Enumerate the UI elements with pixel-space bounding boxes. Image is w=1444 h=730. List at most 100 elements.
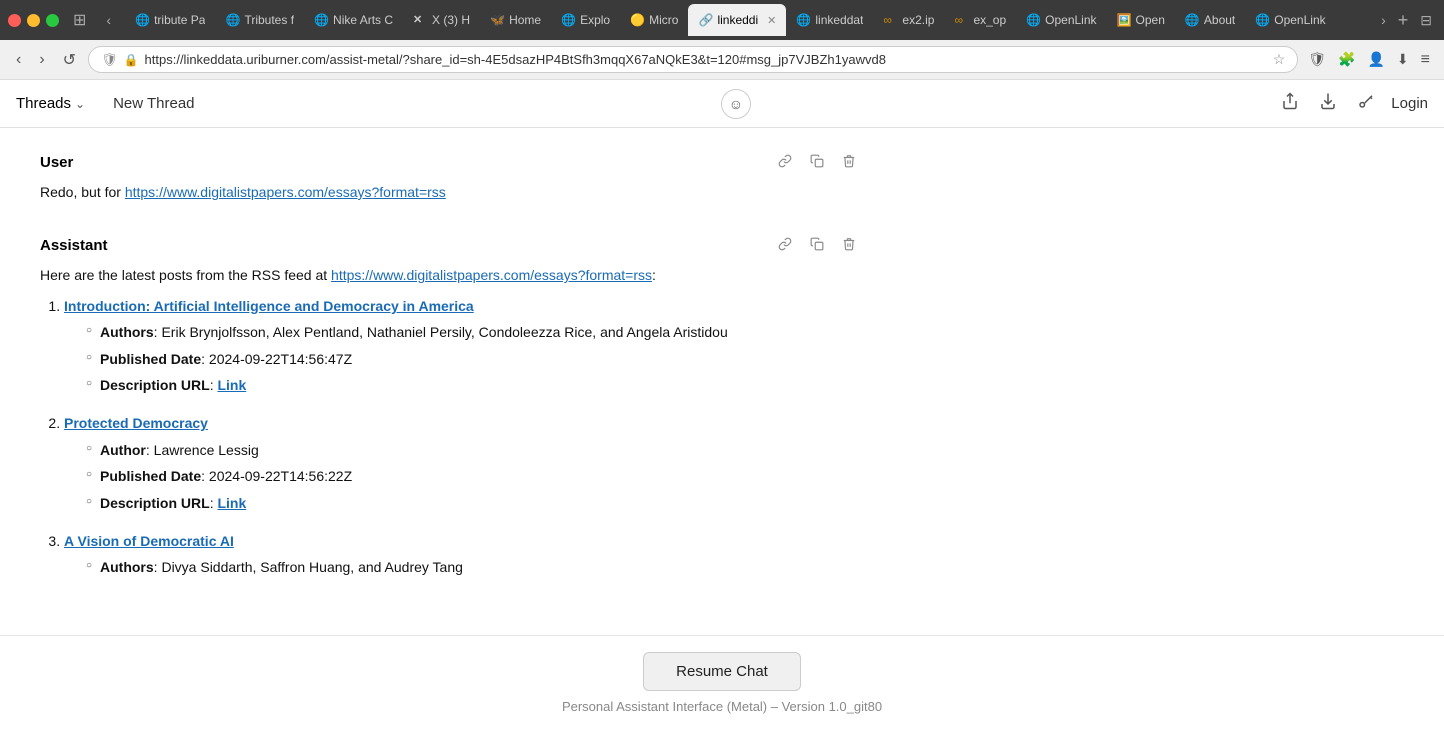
post-2-title-link[interactable]: Protected Democracy [64, 415, 208, 431]
header-right: Login [1277, 88, 1428, 119]
back-btn[interactable]: ‹ [100, 8, 117, 32]
tab-about[interactable]: 🌐 About [1175, 4, 1245, 36]
tab-openlink1[interactable]: 🌐 OpenLink [1016, 4, 1106, 36]
assistant-role-label: Assistant [40, 237, 108, 254]
share-btn[interactable] [1277, 88, 1303, 119]
forward-nav-btn[interactable]: › [33, 47, 50, 73]
list-item: Author: Lawrence Lessig [88, 439, 860, 461]
tab-favicon: 🌐 [314, 13, 328, 27]
desc-url-label: Description URL [100, 377, 210, 393]
tab-favicon: 🌐 [1255, 13, 1269, 27]
new-thread-btn[interactable]: New Thread [113, 95, 194, 112]
post-3-authors: Divya Siddarth, Saffron Huang, and Audre… [161, 559, 462, 575]
tab-title: OpenLink [1274, 13, 1325, 27]
download-btn[interactable]: ⬇ [1393, 47, 1413, 72]
user-message-body: Redo, but for https://www.digitalistpape… [40, 181, 860, 203]
list-item: Published Date: 2024-09-22T14:56:47Z [88, 348, 860, 370]
close-window-btn[interactable] [8, 14, 21, 27]
tab-title: linkeddi [717, 13, 758, 27]
minimize-window-btn[interactable] [27, 14, 40, 27]
assistant-copy-btn[interactable] [806, 235, 828, 256]
shield-ext-btn[interactable]: 🛡 [1304, 47, 1330, 72]
key-btn[interactable] [1353, 88, 1379, 119]
post-1-date: 2024-09-22T14:56:47Z [209, 351, 352, 367]
user-link-btn[interactable] [774, 152, 796, 173]
main-content: User Redo, but for https://www.digitalis… [0, 128, 900, 650]
tab-micro[interactable]: 🟡 Micro [620, 4, 688, 36]
window-controls [8, 14, 59, 27]
maximize-window-btn[interactable] [46, 14, 59, 27]
tab-favicon: 🌐 [1185, 13, 1199, 27]
threads-nav[interactable]: Threads ⌄ [16, 95, 85, 112]
post-1-desc-link[interactable]: Link [217, 377, 246, 393]
tab-extra-actions: › + ⊟ [1377, 8, 1436, 33]
post-3-details: Authors: Divya Siddarth, Saffron Huang, … [64, 556, 860, 578]
assistant-intro-prefix: Here are the latest posts from the RSS f… [40, 267, 331, 283]
published-label: Published Date [100, 468, 201, 484]
tab-favicon: ∞ [954, 13, 968, 27]
tab-title: Home [509, 13, 541, 27]
list-item: Protected Democracy Author: Lawrence Les… [64, 412, 860, 514]
extension-btn[interactable]: 🧩 [1334, 47, 1359, 72]
bottom-area: Resume Chat Personal Assistant Interface… [0, 635, 1444, 730]
tab-explore[interactable]: 🌐 Explo [551, 4, 620, 36]
tab-open-img[interactable]: 🖼️ Open [1107, 4, 1175, 36]
back-nav-btn[interactable]: ‹ [10, 47, 27, 73]
tab-nike-arts[interactable]: 🌐 Nike Arts C [304, 4, 403, 36]
assistant-rss-link[interactable]: https://www.digitalistpapers.com/essays?… [331, 267, 652, 283]
user-message-prefix: Redo, but for [40, 184, 125, 200]
download-page-btn[interactable] [1315, 88, 1341, 119]
post-1-title-link[interactable]: Introduction: Artificial Intelligence an… [64, 298, 474, 314]
tab-favicon: 🟡 [630, 13, 644, 27]
url-bar[interactable]: 🛡 🔒 https://linkeddata.uriburner.com/ass… [88, 46, 1298, 73]
tab-linkeddat[interactable]: 🌐 linkeddat [786, 4, 873, 36]
tab-openlink2[interactable]: 🌐 OpenLink [1245, 4, 1335, 36]
assistant-link-btn[interactable] [774, 235, 796, 256]
assistant-message-block: Assistant Here are the latest posts from… [40, 235, 860, 578]
tab-home[interactable]: 🦋 Home [480, 4, 551, 36]
desc-url-label: Description URL [100, 495, 210, 511]
assistant-message-actions [774, 235, 860, 256]
post-2-date: 2024-09-22T14:56:22Z [209, 468, 352, 484]
tab-tribute-pa[interactable]: 🌐 tribute Pa [125, 4, 215, 36]
tab-title: Open [1136, 13, 1165, 27]
post-3-title-link[interactable]: A Vision of Democratic AI [64, 533, 234, 549]
tab-strip-btn[interactable]: ⊟ [1416, 8, 1436, 33]
profile-btn[interactable]: 👤 [1363, 47, 1388, 72]
new-tab-btn[interactable]: + [1394, 8, 1413, 33]
login-btn[interactable]: Login [1391, 95, 1428, 112]
tab-close-icon[interactable]: ✕ [767, 14, 776, 27]
authors-label: Authors [100, 559, 154, 575]
tab-x[interactable]: ✕ X (3) H [403, 4, 480, 36]
tab-tributes[interactable]: 🌐 Tributes f [215, 4, 304, 36]
tab-ex-op[interactable]: ∞ ex_op [944, 4, 1016, 36]
tab-title: Micro [649, 13, 678, 27]
more-tabs-btn[interactable]: › [1377, 8, 1390, 33]
star-icon[interactable]: ☆ [1273, 51, 1286, 68]
reload-nav-btn[interactable]: ↺ [57, 46, 82, 74]
assistant-intro-suffix: : [652, 267, 656, 283]
assistant-delete-btn[interactable] [838, 235, 860, 256]
list-item: Authors: Divya Siddarth, Saffron Huang, … [88, 556, 860, 578]
version-text: Personal Assistant Interface (Metal) – V… [562, 699, 882, 714]
user-message-link[interactable]: https://www.digitalistpapers.com/essays?… [125, 184, 446, 200]
main-menu-btn[interactable]: ≡ [1417, 47, 1434, 73]
post-2-desc-link[interactable]: Link [217, 495, 246, 511]
user-delete-btn[interactable] [838, 152, 860, 173]
sidebar-toggle-btn[interactable]: ⊞ [67, 8, 92, 32]
header-center: ☺ [195, 89, 1278, 119]
browser-title-bar: ⊞ ‹ 🌐 tribute Pa 🌐 Tributes f 🌐 Nike Art… [0, 0, 1444, 40]
tab-favicon: ∞ [883, 13, 897, 27]
tab-linkeddi-active[interactable]: 🔗 linkeddi ✕ [688, 4, 786, 36]
list-item: Description URL: Link [88, 492, 860, 514]
tab-title: tribute Pa [154, 13, 205, 27]
tab-title: About [1204, 13, 1235, 27]
tab-favicon: 🦋 [490, 13, 504, 27]
post-1-authors: Erik Brynjolfsson, Alex Pentland, Nathan… [161, 324, 727, 340]
post-2-author: Lawrence Lessig [154, 442, 259, 458]
resume-chat-btn[interactable]: Resume Chat [643, 652, 801, 691]
user-copy-btn[interactable] [806, 152, 828, 173]
security-shield-icon: 🛡 [101, 52, 118, 68]
tab-ex2[interactable]: ∞ ex2.ip [873, 4, 944, 36]
smiley-btn[interactable]: ☺ [721, 89, 751, 119]
